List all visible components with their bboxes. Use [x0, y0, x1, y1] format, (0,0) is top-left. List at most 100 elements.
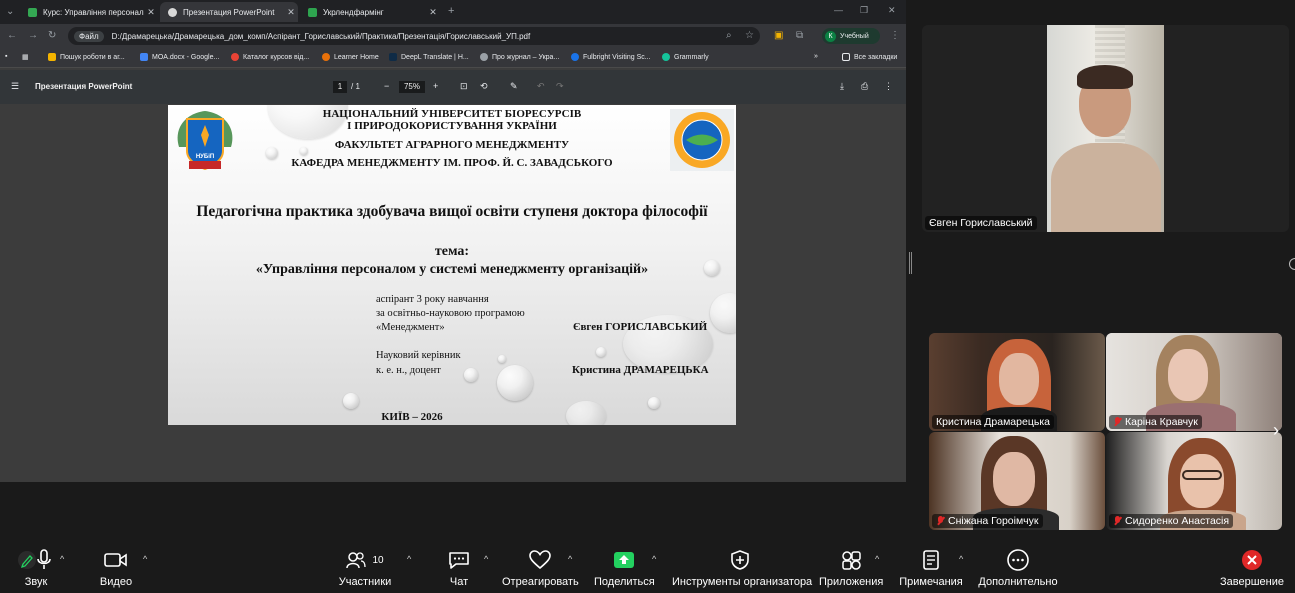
- bookmark-item[interactable]: Learner Home: [322, 53, 379, 61]
- participant-tile[interactable]: Сніжана Гороімчук: [929, 432, 1105, 530]
- zoom-search-icon[interactable]: ⌕: [726, 30, 732, 41]
- address-bar-row: ← → ↻ Файл D:/Драмарецька/Драмарецька_до…: [0, 24, 906, 48]
- participant-face: [993, 452, 1035, 506]
- aspirant-line-1: аспірант 3 року навчання: [376, 294, 489, 305]
- participant-tile[interactable]: Каріна Кравчук: [1106, 333, 1282, 431]
- extension-icon[interactable]: ▣: [774, 30, 783, 41]
- course-favicon-icon: [28, 7, 37, 17]
- video-button[interactable]: Видео: [95, 548, 137, 588]
- audio-options-caret-icon[interactable]: ^: [60, 554, 64, 564]
- bookmark-label: Grammarly: [674, 53, 709, 61]
- rotate-icon[interactable]: ⟲: [480, 81, 488, 92]
- back-icon[interactable]: ←: [7, 30, 17, 41]
- close-tab-icon[interactable]: ✕: [284, 7, 298, 18]
- bookmarks-bar: ▪ ▦ Пошук роботи в аг... MOA.docx - Goog…: [0, 48, 906, 68]
- globe-seal-icon: [674, 112, 730, 168]
- pdf-more-icon[interactable]: ⋮: [884, 81, 893, 92]
- bookmark-item[interactable]: Пошук роботи в аг...: [48, 53, 125, 61]
- url-text: D:/Драмарецька/Драмарецька_дом_комп/Аспі…: [111, 31, 531, 41]
- slide-heading: Педагогічна практика здобувача вищої осв…: [196, 203, 708, 220]
- download-icon[interactable]: ⤓: [840, 81, 844, 92]
- panel-collapse-handle[interactable]: [1289, 258, 1295, 270]
- file-scheme-chip[interactable]: Файл: [74, 30, 104, 42]
- zoom-input[interactable]: 75%: [399, 81, 425, 93]
- speaker-video-tile[interactable]: Євген Гориславський: [922, 25, 1289, 232]
- panel-splitter-handle[interactable]: [909, 252, 912, 274]
- apps-options-caret-icon[interactable]: ^: [875, 554, 879, 564]
- fit-page-icon[interactable]: ⊡: [460, 81, 468, 92]
- apps-grid-icon[interactable]: ▦: [22, 53, 29, 61]
- bookmark-item[interactable]: Каталог курсов від...: [231, 53, 309, 61]
- pdf-menu-icon[interactable]: ☰: [11, 81, 19, 92]
- muted-mic-icon: [1113, 516, 1122, 526]
- participants-button[interactable]: 10 Участники: [335, 548, 395, 588]
- page-number-input[interactable]: 1: [333, 81, 347, 93]
- new-tab-icon[interactable]: +: [448, 5, 454, 17]
- video-options-caret-icon[interactable]: ^: [143, 554, 147, 564]
- participant-name: Каріна Кравчук: [1125, 416, 1198, 428]
- undo-icon[interactable]: ↶: [537, 81, 545, 92]
- chat-button[interactable]: Чат: [444, 548, 474, 588]
- participants-options-caret-icon[interactable]: ^: [407, 554, 411, 564]
- apps-button[interactable]: Приложения: [819, 548, 883, 588]
- annotate-icon[interactable]: ✎: [510, 81, 518, 92]
- browser-tab-course[interactable]: Курс: Управління персоналом ✕: [20, 2, 158, 22]
- chat-options-caret-icon[interactable]: ^: [484, 554, 488, 564]
- notes-button[interactable]: Примечания: [898, 548, 964, 588]
- react-options-caret-icon[interactable]: ^: [568, 554, 572, 564]
- browser-tab-ukrlandfarming[interactable]: Укрлендфармінг ✕: [300, 2, 440, 22]
- notes-options-caret-icon[interactable]: ^: [959, 554, 963, 564]
- all-bookmarks[interactable]: Все закладки: [842, 53, 897, 61]
- more-button[interactable]: Дополнительно: [978, 548, 1058, 588]
- redo-icon[interactable]: ↷: [556, 81, 564, 92]
- supervisor-line-1: Науковий керівник: [376, 350, 461, 361]
- reload-icon[interactable]: ↻: [48, 30, 56, 41]
- end-meeting-button[interactable]: Завершение: [1220, 548, 1284, 588]
- participant-tile[interactable]: Сидоренко Анастасія: [1106, 432, 1282, 530]
- participant-tile[interactable]: Кристина Драмарецька: [929, 333, 1105, 431]
- shared-screen: ⌄ Курс: Управління персоналом ✕ Презента…: [0, 0, 906, 482]
- tab-title: Укрлендфармінг: [323, 7, 384, 17]
- share-screen-button[interactable]: Поделиться: [594, 548, 655, 588]
- audio-button[interactable]: Звук: [10, 548, 62, 588]
- react-button[interactable]: Отреагировать: [502, 548, 579, 588]
- zoom-out-icon[interactable]: −: [384, 81, 389, 91]
- close-tab-icon[interactable]: ✕: [426, 7, 440, 18]
- share-options-caret-icon[interactable]: ^: [652, 554, 656, 564]
- tab-search-icon[interactable]: ⌄: [6, 6, 14, 17]
- participant-name: Сніжана Гороімчук: [948, 515, 1039, 527]
- bookmark-star-icon[interactable]: ☆: [745, 30, 754, 41]
- topic-title: «Управління персоналом у системі менеджм…: [255, 262, 649, 277]
- speaker-video-feed: [1047, 25, 1164, 232]
- browser-tab-presentation[interactable]: Презентация PowerPoint ✕: [160, 2, 298, 22]
- minimize-icon[interactable]: —: [834, 5, 843, 15]
- bookmark-item[interactable]: Grammarly: [662, 53, 709, 61]
- forward-icon[interactable]: →: [28, 30, 38, 41]
- sidebar-toggle-icon[interactable]: ▪: [5, 53, 7, 60]
- bookmark-item[interactable]: Fulbright Visiting Sc...: [571, 53, 651, 61]
- bookmark-item[interactable]: Про журнал – Укра...: [480, 53, 559, 61]
- gallery-next-icon[interactable]: ›: [1273, 420, 1279, 441]
- maximize-icon[interactable]: ❐: [860, 5, 868, 16]
- bookmark-item[interactable]: MOA.docx - Google...: [140, 53, 219, 61]
- host-tools-button[interactable]: Инструменты организатора: [672, 548, 812, 588]
- zoom-in-icon[interactable]: +: [433, 81, 438, 91]
- faculty-name: ФАКУЛЬТЕТ АГРАРНОГО МЕНЕДЖМЕНТУ: [334, 139, 570, 151]
- address-bar[interactable]: Файл D:/Драмарецька/Драмарецька_дом_комп…: [68, 27, 760, 45]
- extensions-puzzle-icon[interactable]: ⧉: [796, 30, 803, 41]
- browser-menu-icon[interactable]: ⋮: [890, 30, 900, 41]
- folder-icon: [842, 53, 850, 61]
- bookmark-favicon-icon: [389, 53, 397, 61]
- browser-tab-bar: ⌄ Курс: Управління персоналом ✕ Презента…: [0, 0, 906, 24]
- profile-label: Учебный: [840, 32, 869, 40]
- participant-nameplate: Каріна Кравчук: [1109, 415, 1202, 429]
- profile-button[interactable]: К Учебный: [822, 28, 880, 44]
- bookmarks-overflow-icon[interactable]: »: [814, 53, 818, 60]
- end-call-icon: [1220, 548, 1284, 572]
- close-window-icon[interactable]: ✕: [888, 5, 896, 16]
- speaker-sweater: [1051, 143, 1161, 232]
- close-tab-icon[interactable]: ✕: [144, 7, 158, 18]
- print-icon[interactable]: ⎙: [861, 81, 868, 92]
- bookmark-item[interactable]: DeepL Translate | H...: [389, 53, 469, 61]
- faculty-seal: [670, 109, 734, 171]
